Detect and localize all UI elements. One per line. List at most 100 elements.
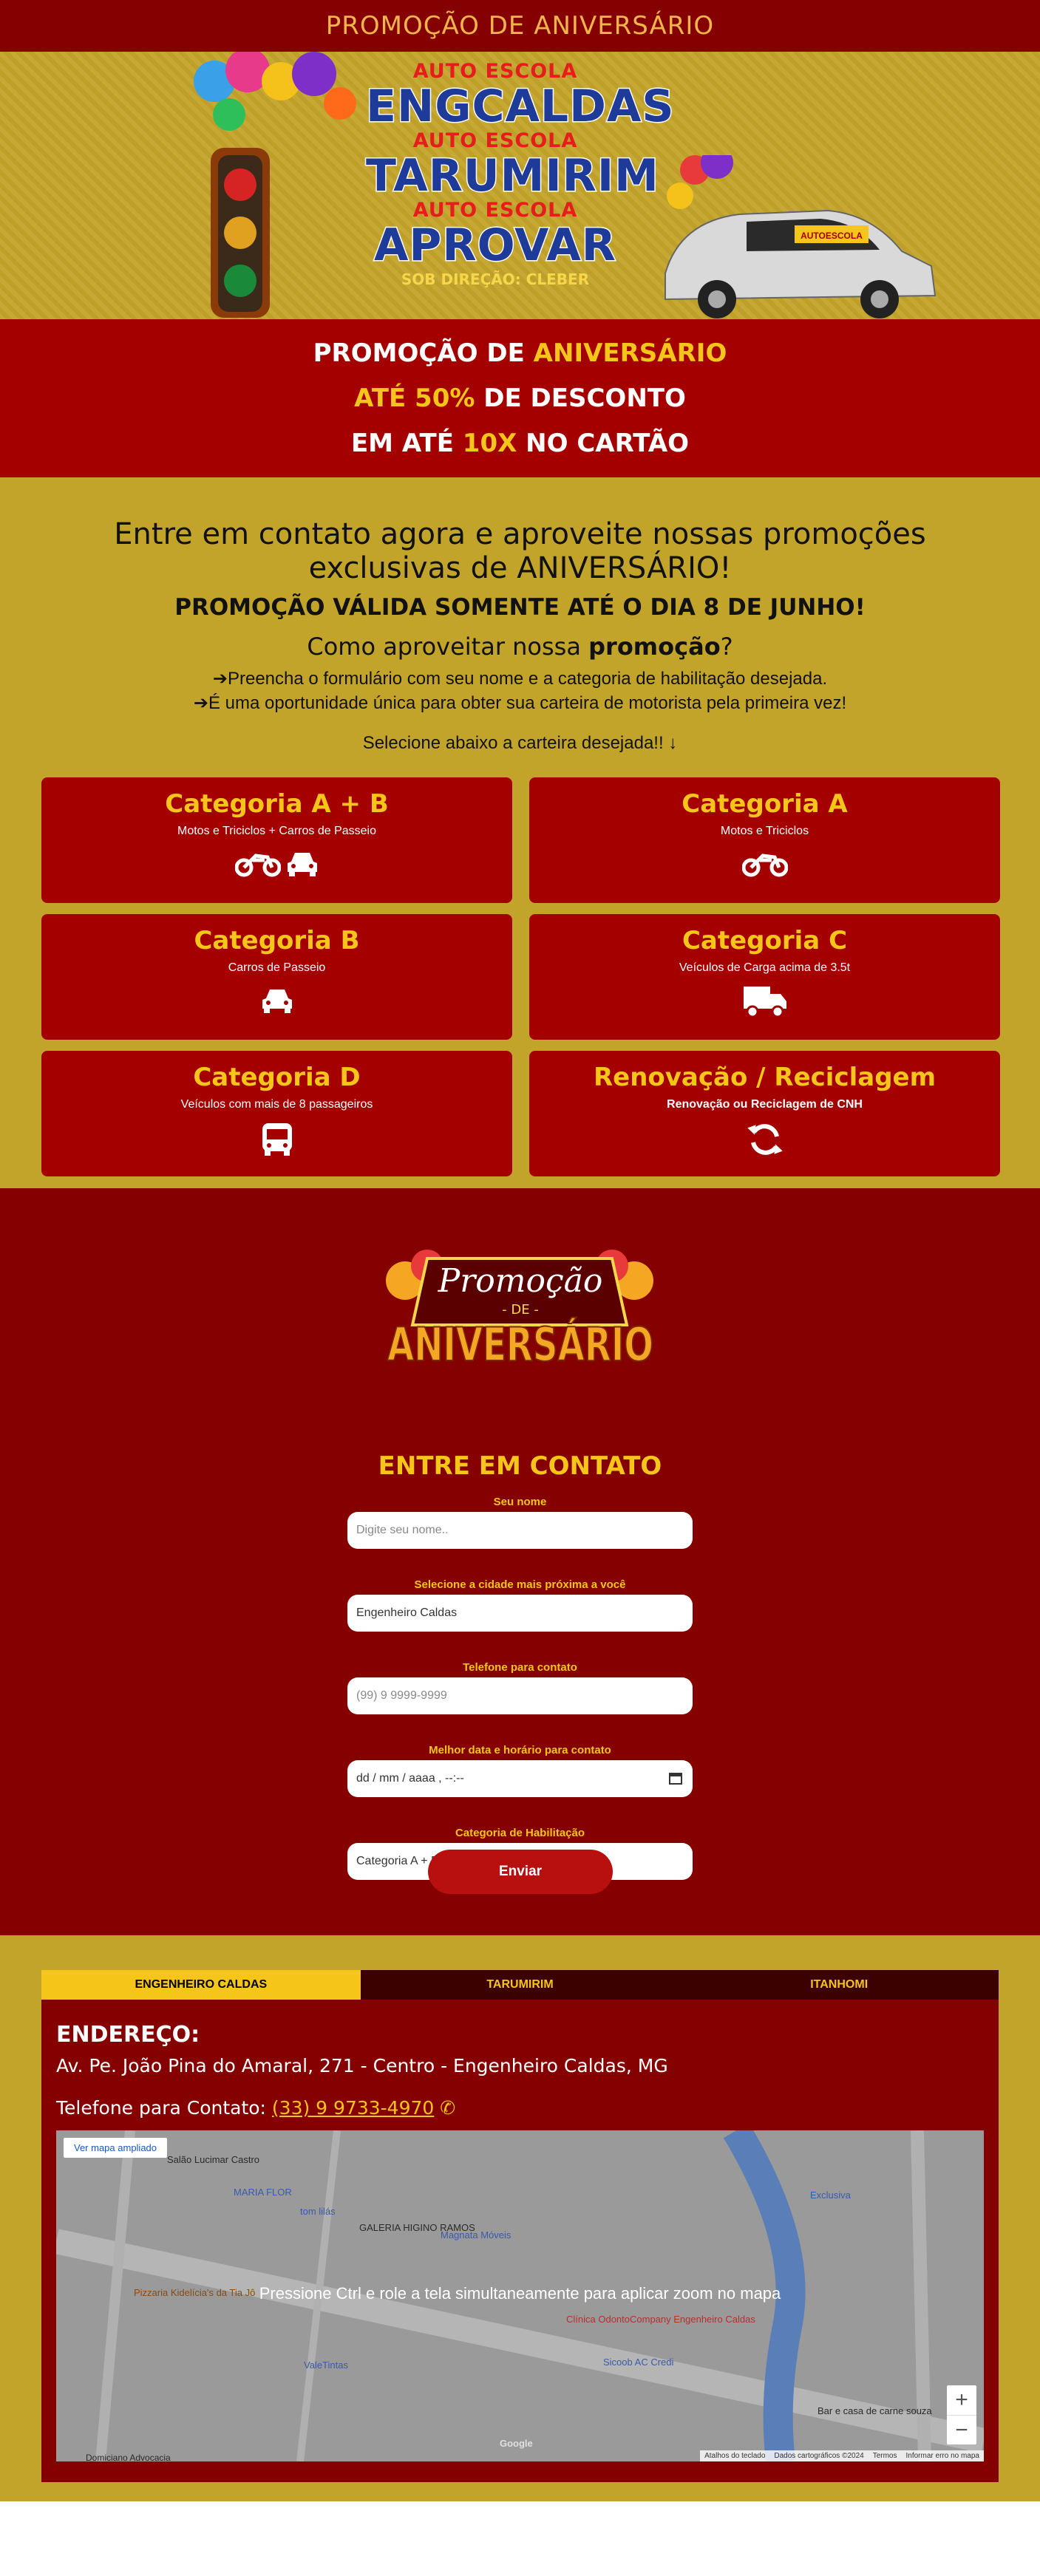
locations-section: ENGENHEIRO CALDAS TARUMIRIM ITANHOMI END… [0, 1935, 1040, 2501]
map-place: ValeTintas [304, 2359, 348, 2371]
truck-icon [743, 987, 786, 1018]
map-attribution: Atalhos do teclado Dados cartográficos ©… [700, 2450, 984, 2461]
top-bar: PROMOÇÃO DE ANIVERSÁRIO [0, 0, 1040, 52]
phone-link[interactable]: (33) 9 9733-4970 [272, 2097, 434, 2119]
promo-line-3: EM ATÉ 10X NO CARTÃO [350, 428, 690, 458]
direcao-text: SOB DIREÇÃO: CLEBER [401, 270, 590, 288]
brand-aprovar: APROVAR [373, 219, 616, 271]
category-desc: Veículos com mais de 8 passageiros [180, 1098, 373, 1111]
tab-engenheiro-caldas[interactable]: ENGENHEIRO CALDAS [41, 1970, 361, 2000]
map-place: Salão Lucimar Castro [167, 2154, 259, 2165]
promo-line-2: ATÉ 50% DE DESCONTO [354, 383, 686, 413]
datetime-input[interactable]: dd / mm / aaaa , --:-- [347, 1760, 693, 1797]
anniversary-logo: Promoção - DE - ANIVERSÁRIO [386, 1250, 654, 1372]
name-input[interactable]: Digite seu nome.. [347, 1512, 693, 1549]
brand-stack: AUTO ESCOLA ENGCALDAS AUTO ESCOLA TARUMI… [365, 60, 676, 289]
brand-small: AUTO ESCOLA [412, 129, 578, 152]
address-text: Av. Pe. João Pina do Amaral, 271 - Centr… [56, 2055, 668, 2076]
map-place: Exclusiva [810, 2190, 851, 2201]
brand-small: AUTO ESCOLA [412, 60, 578, 83]
validity-text: PROMOÇÃO VÁLIDA SOMENTE ATÉ O DIA 8 DE J… [174, 594, 866, 621]
map-zoom-hint: Pressione Ctrl e role a tela simultaneam… [259, 2284, 781, 2303]
tab-tarumirim[interactable]: TARUMIRIM [360, 1970, 680, 2000]
logo-line2: - DE - [502, 1302, 539, 1318]
zoom-out-button[interactable]: − [947, 2415, 976, 2444]
motorcycle-icon [234, 853, 281, 877]
date-label: Melhor data e horário para contato [429, 1744, 611, 1756]
phone-line: Telefone para Contato: (33) 9 9733-4970 … [56, 2097, 456, 2119]
category-desc: Carros de Passeio [228, 961, 326, 974]
car-illustration: AUTOESCOLA [665, 155, 937, 318]
logo-line1: Promoção [438, 1262, 603, 1300]
category-title: Categoria D [193, 1063, 361, 1092]
contact-heading: ENTRE EM CONTATO [378, 1451, 662, 1481]
select-prompt: Selecione abaixo a carteira desejada!! ↓ [362, 733, 678, 753]
category-card-b[interactable]: Categoria B Carros de Passeio [41, 914, 512, 1040]
promo-line-1: PROMOÇÃO DE ANIVERSÁRIO [313, 338, 727, 368]
category-label: Categoria de Habilitação [455, 1827, 585, 1839]
report-error-link[interactable]: Informar erro no mapa [906, 2452, 980, 2460]
location-panel: ENDEREÇO: Av. Pe. João Pina do Amaral, 2… [41, 2000, 999, 2482]
hero-banner: AUTO ESCOLA ENGCALDAS AUTO ESCOLA TARUMI… [0, 52, 1040, 319]
category-title: Categoria B [194, 926, 360, 955]
motorcycle-icon [741, 853, 788, 877]
map-place: tom lilás [300, 2206, 336, 2217]
car-label: AUTOESCOLA [801, 231, 863, 241]
category-desc: Motos e Triciclos + Carros de Passeio [177, 825, 376, 837]
page-footer [0, 2501, 1040, 2546]
phone-input[interactable]: (99) 9 9999-9999 [347, 1677, 693, 1714]
car-icon [262, 989, 292, 1013]
category-title: Categoria A [682, 789, 848, 819]
zoom-in-button[interactable]: + [947, 2385, 976, 2415]
city-select[interactable]: Engenheiro Caldas [347, 1595, 693, 1632]
map-place: Magnata Móveis [441, 2229, 511, 2241]
submit-button[interactable]: Enviar [428, 1850, 613, 1894]
page-title: PROMOÇÃO DE ANIVERSÁRIO [325, 11, 715, 41]
map-place: Clínica OdontoCompany Engenheiro Caldas [566, 2314, 755, 2325]
brand-engcaldas: ENGCALDAS [365, 81, 676, 132]
category-card-ab[interactable]: Categoria A + B Motos e Triciclos + Carr… [41, 777, 512, 903]
locations-box: ENGENHEIRO CALDAS TARUMIRIM ITANHOMI END… [41, 1970, 999, 2482]
traffic-light-illustration [194, 52, 356, 318]
category-card-d[interactable]: Categoria D Veículos com mais de 8 passa… [41, 1051, 512, 1176]
category-grid: Categoria A + B Motos e Triciclos + Carr… [0, 766, 1040, 1188]
category-card-a[interactable]: Categoria A Motos e Triciclos [529, 777, 1000, 903]
map-place: Bar e casa de carne souza [818, 2405, 932, 2416]
phone-label: Telefone para contato [463, 1661, 577, 1674]
whatsapp-icon[interactable]: ✆ [440, 2097, 455, 2119]
keyboard-shortcuts-link[interactable]: Atalhos do teclado [704, 2452, 765, 2460]
google-map[interactable]: Salão Lucimar Castro MARIA FLOR tom lilá… [56, 2130, 984, 2461]
map-place: Domiciano Advocacia [86, 2453, 171, 2461]
contact-form: Seu nome Digite seu nome.. Selecione a c… [347, 1496, 693, 1909]
category-card-c[interactable]: Categoria C Veículos de Carga acima de 3… [529, 914, 1000, 1040]
arrow-down-icon: ↓ [668, 733, 678, 753]
address-heading: ENDEREÇO: [56, 2022, 200, 2048]
promo-banner: PROMOÇÃO DE ANIVERSÁRIO ATÉ 50% DE DESCO… [0, 319, 1040, 477]
category-card-renovacao[interactable]: Renovação / Reciclagem Renovação ou Reci… [529, 1051, 1000, 1176]
google-logo: Google [500, 2438, 533, 2449]
intro-lead: Entre em contato agora e aproveite nossa… [114, 517, 926, 585]
calendar-icon[interactable] [669, 1771, 682, 1785]
refresh-icon [747, 1124, 783, 1155]
arrow-right-icon: ➔ [193, 693, 208, 713]
datetime-placeholder: dd / mm / aaaa , --:-- [356, 1772, 464, 1785]
bus-icon [262, 1123, 292, 1156]
category-desc: Renovação ou Reciclagem de CNH [667, 1098, 863, 1111]
map-zoom-controls: + − [947, 2385, 976, 2444]
map-place: Sicoob AC Credi [603, 2357, 674, 2368]
arrow-right-icon: ➔ [212, 669, 228, 689]
tab-itanhomi[interactable]: ITANHOMI [679, 1970, 999, 2000]
logo-line3: ANIVERSÁRIO [387, 1318, 653, 1372]
location-tabs: ENGENHEIRO CALDAS TARUMIRIM ITANHOMI [41, 1970, 999, 2000]
terms-link[interactable]: Termos [873, 2452, 897, 2460]
category-title: Categoria A + B [165, 789, 389, 819]
category-desc: Motos e Triciclos [720, 825, 809, 837]
step-2: ➔É uma oportunidade única para obter sua… [193, 693, 847, 713]
brand-small: AUTO ESCOLA [412, 199, 578, 222]
category-title: Categoria C [682, 926, 848, 955]
map-data-text: Dados cartográficos ©2024 [774, 2452, 864, 2460]
brand-tarumirim: TARUMIRIM [365, 150, 660, 202]
view-larger-map-link[interactable]: Ver mapa ampliado [64, 2138, 168, 2158]
city-label: Selecione a cidade mais próxima a você [414, 1578, 626, 1591]
intro-section: Entre em contato agora e aproveite nossa… [0, 477, 1040, 766]
